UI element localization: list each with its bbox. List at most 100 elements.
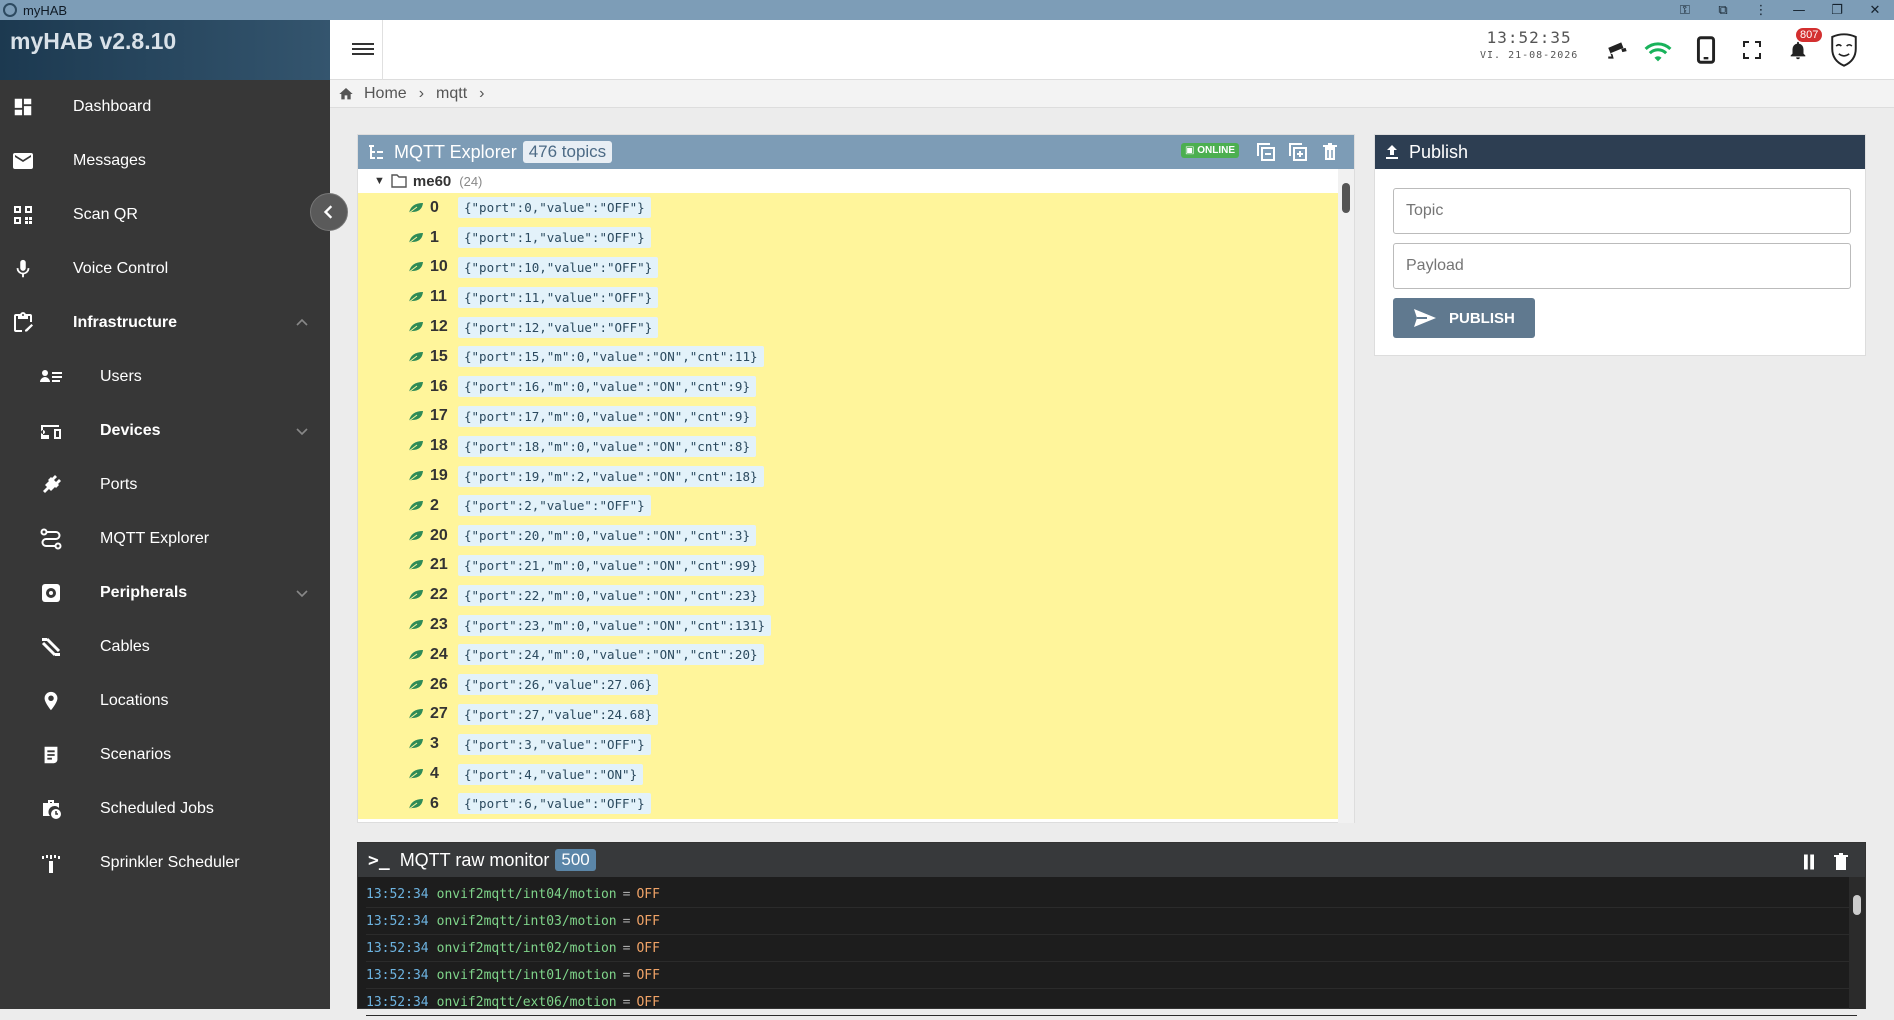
sidebar-item-devices[interactable]: Devices [0,404,330,458]
publish-panel: Publish PUBLISH [1374,134,1866,356]
notification-count-badge: 807 [1796,28,1823,42]
payload-input[interactable] [1393,243,1851,289]
sidebar-item-cables[interactable]: Cables [0,620,330,674]
sidebar-item-mqtt-explorer[interactable]: MQTT Explorer [0,512,330,566]
log-row: 13:52:34 onvif2mqtt/int01/motion = OFF [366,962,1857,989]
hamburger-menu-icon[interactable] [352,40,374,60]
topic-row[interactable]: 26 {"port":26,"value":27.06} [358,670,1338,700]
topic-key: 15 [430,347,448,365]
topic-value: {"port":19,"m":2,"value":"ON","cnt":18} [458,465,764,487]
log-row: 13:52:34 onvif2mqtt/ext06/motion = OFF [366,989,1857,1016]
breadcrumb-current[interactable]: mqtt [436,85,467,103]
send-icon [1414,309,1436,327]
caret-down-icon[interactable]: ▼ [374,175,385,187]
log-value: OFF [636,940,660,956]
scrollbar-thumb[interactable] [1853,895,1861,915]
topic-row[interactable]: 11 {"port":11,"value":"OFF"} [358,282,1338,312]
minimize-icon[interactable]: — [1780,3,1818,18]
topic-row[interactable]: 21 {"port":21,"m":0,"value":"ON","cnt":99… [358,551,1338,581]
topic-row[interactable]: 19 {"port":19,"m":2,"value":"ON","cnt":18… [358,461,1338,491]
chevron-left-icon [323,205,333,219]
sidebar-item-infrastructure[interactable]: Infrastructure [0,296,330,350]
equals-sign: = [622,967,631,983]
topic-value: {"port":16,"m":0,"value":"ON","cnt":9} [458,376,756,398]
restore-icon[interactable]: ❐ [1818,3,1856,18]
leaf-icon [408,739,423,750]
sidebar-item-voice-control[interactable]: Voice Control [0,242,330,296]
topic-row[interactable]: 6 {"port":6,"value":"OFF"} [358,789,1338,819]
more-vert-icon[interactable]: ⋮ [1742,3,1780,18]
monitor-log: 13:52:34 onvif2mqtt/int04/motion = OFF 13:5… [358,877,1865,1020]
trash-icon[interactable] [1320,142,1340,162]
sidebar-item-dashboard[interactable]: Dashboard [0,80,330,134]
log-value: OFF [636,994,660,1010]
topic-row[interactable]: 17 {"port":17,"m":0,"value":"ON","cnt":9} [358,402,1338,432]
log-time: 13:52:34 [366,967,429,983]
equals-sign: = [622,886,631,902]
topic-row[interactable]: 0 {"port":0,"value":"OFF"} [358,193,1338,223]
log-time: 13:52:34 [366,994,429,1010]
topic-row[interactable]: 12 {"port":12,"value":"OFF"} [358,312,1338,342]
network-icon: ▣ [1184,145,1198,156]
sidebar-item-scheduled-jobs[interactable]: Scheduled Jobs [0,782,330,836]
pause-icon[interactable] [1799,852,1819,872]
trash-icon[interactable] [1831,852,1851,872]
sidebar-collapse-button[interactable] [310,193,348,231]
topic-value: {"port":24,"m":0,"value":"ON","cnt":20} [458,644,764,666]
leaf-icon [408,798,423,810]
window-controls: ⚿ ⧉ ⋮ — ❐ ✕ [1666,0,1894,20]
topic-row[interactable]: 24 {"port":24,"m":0,"value":"ON","cnt":20… [358,640,1338,670]
topic-value: {"port":15,"m":0,"value":"ON","cnt":11} [458,346,764,368]
publish-button[interactable]: PUBLISH [1393,298,1535,338]
sidebar-item-sprinkler-scheduler[interactable]: Sprinkler Scheduler [0,836,330,890]
notifications-button[interactable]: 807 [1780,28,1823,68]
fullscreen-icon[interactable] [1734,32,1770,68]
wifi-icon[interactable] [1640,32,1676,68]
topic-row[interactable]: 22 {"port":22,"m":0,"value":"ON","cnt":23… [358,580,1338,610]
sidebar-item-peripherals[interactable]: Peripherals [0,566,330,620]
user-avatar[interactable] [1826,32,1862,68]
topic-key: 24 [430,645,448,663]
close-icon[interactable]: ✕ [1856,3,1894,18]
phone-icon[interactable] [1688,32,1724,68]
topic-row[interactable]: 2 {"port":2,"value":"OFF"} [358,491,1338,521]
sidebar-item-messages[interactable]: Messages [0,134,330,188]
sidebar-item-ports[interactable]: Ports [0,458,330,512]
collapse-all-icon[interactable] [1256,142,1276,162]
topic-row[interactable]: 1 {"port":1,"value":"OFF"} [358,223,1338,253]
topic-row[interactable]: 27 {"port":27,"value":24.68} [358,700,1338,730]
topic-row[interactable]: 3 {"port":3,"value":"OFF"} [358,729,1338,759]
sidebar-item-users[interactable]: Users [0,350,330,404]
key-icon[interactable]: ⚿ [1666,3,1704,18]
breadcrumb-home[interactable]: Home [364,85,407,103]
monitor-scrollbar[interactable] [1849,877,1865,1009]
topic-input[interactable] [1393,188,1851,234]
topic-row[interactable]: 18 {"port":18,"m":0,"value":"ON","cnt":8} [358,431,1338,461]
topic-row[interactable]: 15 {"port":15,"m":0,"value":"ON","cnt":11… [358,342,1338,372]
topic-row[interactable]: 10 {"port":10,"value":"OFF"} [358,253,1338,283]
scrollbar-thumb[interactable] [1342,183,1350,213]
panel-title: Publish [1409,141,1469,162]
panel-header: MQTT Explorer 476 topics ▣ ONLINE [358,135,1354,169]
home-icon[interactable] [338,86,354,102]
extension-icon[interactable]: ⧉ [1704,3,1742,18]
expand-all-icon[interactable] [1288,142,1308,162]
tree-scrollbar[interactable] [1338,169,1354,823]
equals-sign: = [622,994,631,1010]
topic-row[interactable]: 23 {"port":23,"m":0,"value":"ON","cnt":13… [358,610,1338,640]
sidebar-item-locations[interactable]: Locations [0,674,330,728]
camera-icon[interactable] [1600,32,1636,68]
sidebar-item-scan-qr[interactable]: Scan QR [0,188,330,242]
tree-root-node[interactable]: ▼ me60 (24) [358,169,1338,193]
peripheral-icon [37,579,65,607]
topic-key: 10 [430,258,448,276]
topic-row[interactable]: 4 {"port":4,"value":"ON"} [358,759,1338,789]
topic-row[interactable]: 16 {"port":16,"m":0,"value":"ON","cnt":9} [358,372,1338,402]
log-topic: onvif2mqtt/int01/motion [436,967,617,983]
topic-key: 27 [430,705,448,723]
log-time: 13:52:34 [366,940,429,956]
mqtt-raw-monitor-panel: >_ MQTT raw monitor 500 13:52:34 onvif2mq… [357,842,1866,1016]
topic-row[interactable]: 20 {"port":20,"m":0,"value":"ON","cnt":3} [358,521,1338,551]
sidebar-item-scenarios[interactable]: Scenarios [0,728,330,782]
chevron-down-icon [296,590,308,598]
